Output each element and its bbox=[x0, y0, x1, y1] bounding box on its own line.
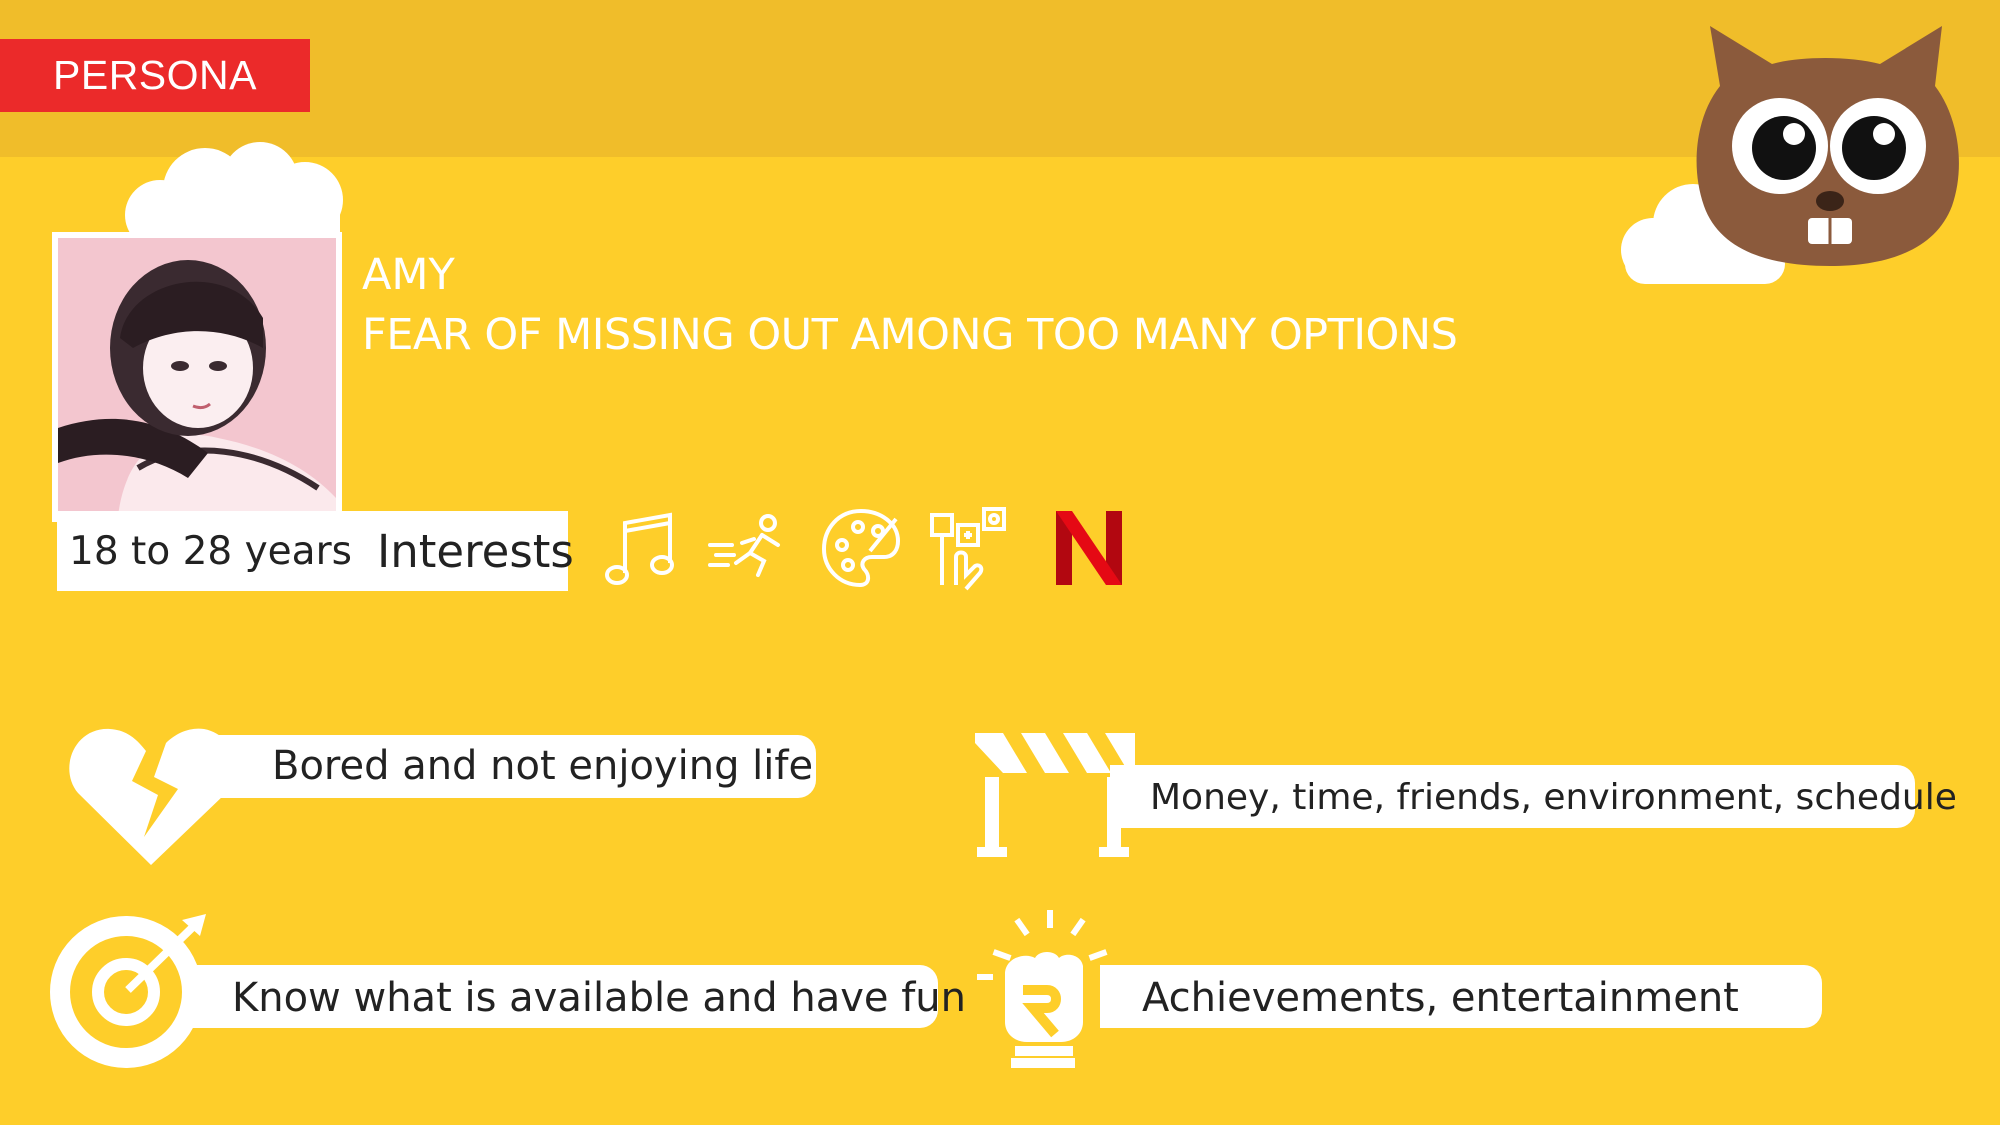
pain-point-text: Bored and not enjoying life bbox=[272, 743, 814, 789]
paint-palette-icon bbox=[821, 508, 901, 588]
goal-card: Know what is available and have fun bbox=[190, 965, 966, 1028]
running-person-icon bbox=[708, 514, 780, 577]
motivation-text: Achievements, entertainment bbox=[1142, 975, 1739, 1021]
age-range: 18 to 28 years bbox=[69, 529, 352, 574]
target-icon bbox=[50, 914, 206, 1068]
music-note-icon bbox=[605, 512, 674, 585]
goal-text: Know what is available and have fun bbox=[232, 975, 967, 1021]
barriers-card: Money, time, friends, environment, sched… bbox=[1110, 765, 1957, 828]
mascot-logo bbox=[1696, 26, 1959, 266]
persona-tagline: FEAR OF MISSING OUT AMONG TOO MANY OPTIO… bbox=[362, 310, 1458, 360]
social-media-hand-icon bbox=[930, 507, 1006, 591]
persona-photo bbox=[52, 232, 342, 522]
raised-fist-icon bbox=[977, 910, 1108, 1068]
facts-bar: 18 to 28 years Interests bbox=[57, 511, 574, 591]
netflix-logo-icon bbox=[1056, 511, 1122, 585]
persona-name: AMY bbox=[362, 250, 455, 300]
interests-label: Interests bbox=[377, 525, 574, 578]
barriers-text: Money, time, friends, environment, sched… bbox=[1150, 777, 1957, 818]
section-tag: PERSONA bbox=[0, 39, 310, 112]
pain-point-card: Bored and not enjoying life bbox=[180, 735, 816, 798]
motivation-card: Achievements, entertainment bbox=[1100, 965, 1822, 1028]
